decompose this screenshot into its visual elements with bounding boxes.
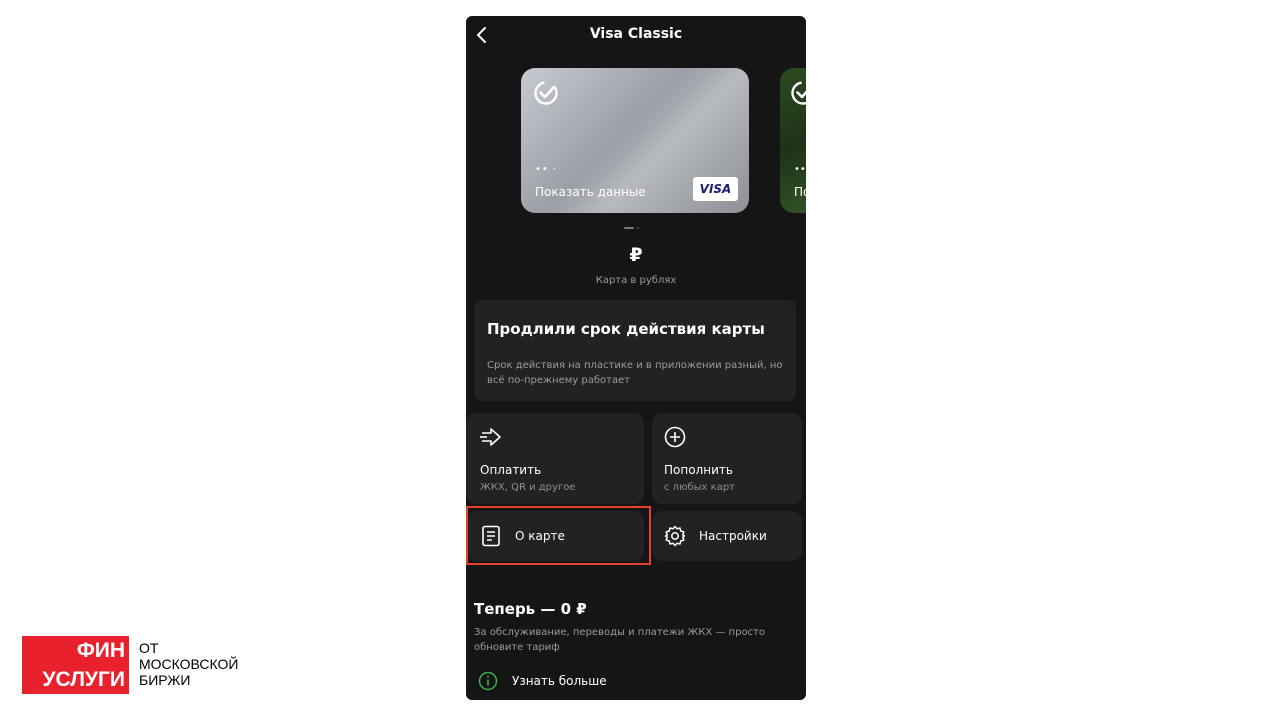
bank-card[interactable]: •• · Показать данные VISA [521,68,749,213]
logo-subtitle: ОТ МОСКОВСКОЙ БИРЖИ [139,640,238,688]
promo-title: Теперь — 0 ₽ [474,600,587,618]
pay-button[interactable]: Оплатить ЖКХ, QR и другое [466,413,644,504]
info-icon [478,671,498,691]
top-bar: Visa Classic [466,16,806,54]
card-number-mask: •• · [535,164,558,175]
highlight-frame [466,506,651,565]
sber-check-icon [791,81,806,105]
page-title: Visa Classic [589,26,683,42]
top-up-button[interactable]: Пополнить с любых карт [652,413,802,504]
settings-label: Настройки [699,529,767,543]
logo-line-2: УСЛУГИ [22,665,129,694]
logo-subtitle-line-1: ОТ [139,640,159,656]
promo-text: За обслуживание, переводы и платежи ЖКХ … [474,627,766,653]
logo-subtitle-line-2: МОСКОВСКОЙ [139,656,239,672]
gear-icon [664,525,686,547]
notice-text: Срок действия на пластике и в приложении… [487,360,783,386]
card-renewal-notice[interactable]: Продлили срок действия карты Срок действ… [474,300,796,401]
second-bank-card[interactable]: •• По [780,68,806,213]
learn-more-label: Узнать больше [512,674,607,688]
plus-circle-icon [664,426,686,448]
top-up-subtitle: с любых карт [664,482,735,493]
visa-logo: VISA [693,177,738,201]
pay-subtitle: ЖКХ, QR и другое [480,482,576,493]
pay-title: Оплатить [480,463,542,477]
carousel-indicator-active [624,227,634,229]
sber-check-icon [534,81,558,105]
card-number-mask: •• [794,164,806,175]
logo-subtitle-line-3: БИРЖИ [139,672,191,688]
send-arrow-icon [480,428,501,446]
currency-symbol: ₽ [629,244,643,266]
top-up-title: Пополнить [664,463,733,477]
show-card-data-link[interactable]: По [794,185,806,199]
show-card-data-link[interactable]: Показать данные [535,185,646,199]
carousel-indicator [637,227,639,229]
settings-button[interactable]: Настройки [652,511,802,561]
phone-screen: Visa Classic •• · Показать данные VISA •… [466,16,806,700]
currency-label: Карта в рублях [595,275,677,286]
notice-title: Продлили срок действия карты [487,320,765,338]
logo-line-1: ФИН [22,636,129,665]
